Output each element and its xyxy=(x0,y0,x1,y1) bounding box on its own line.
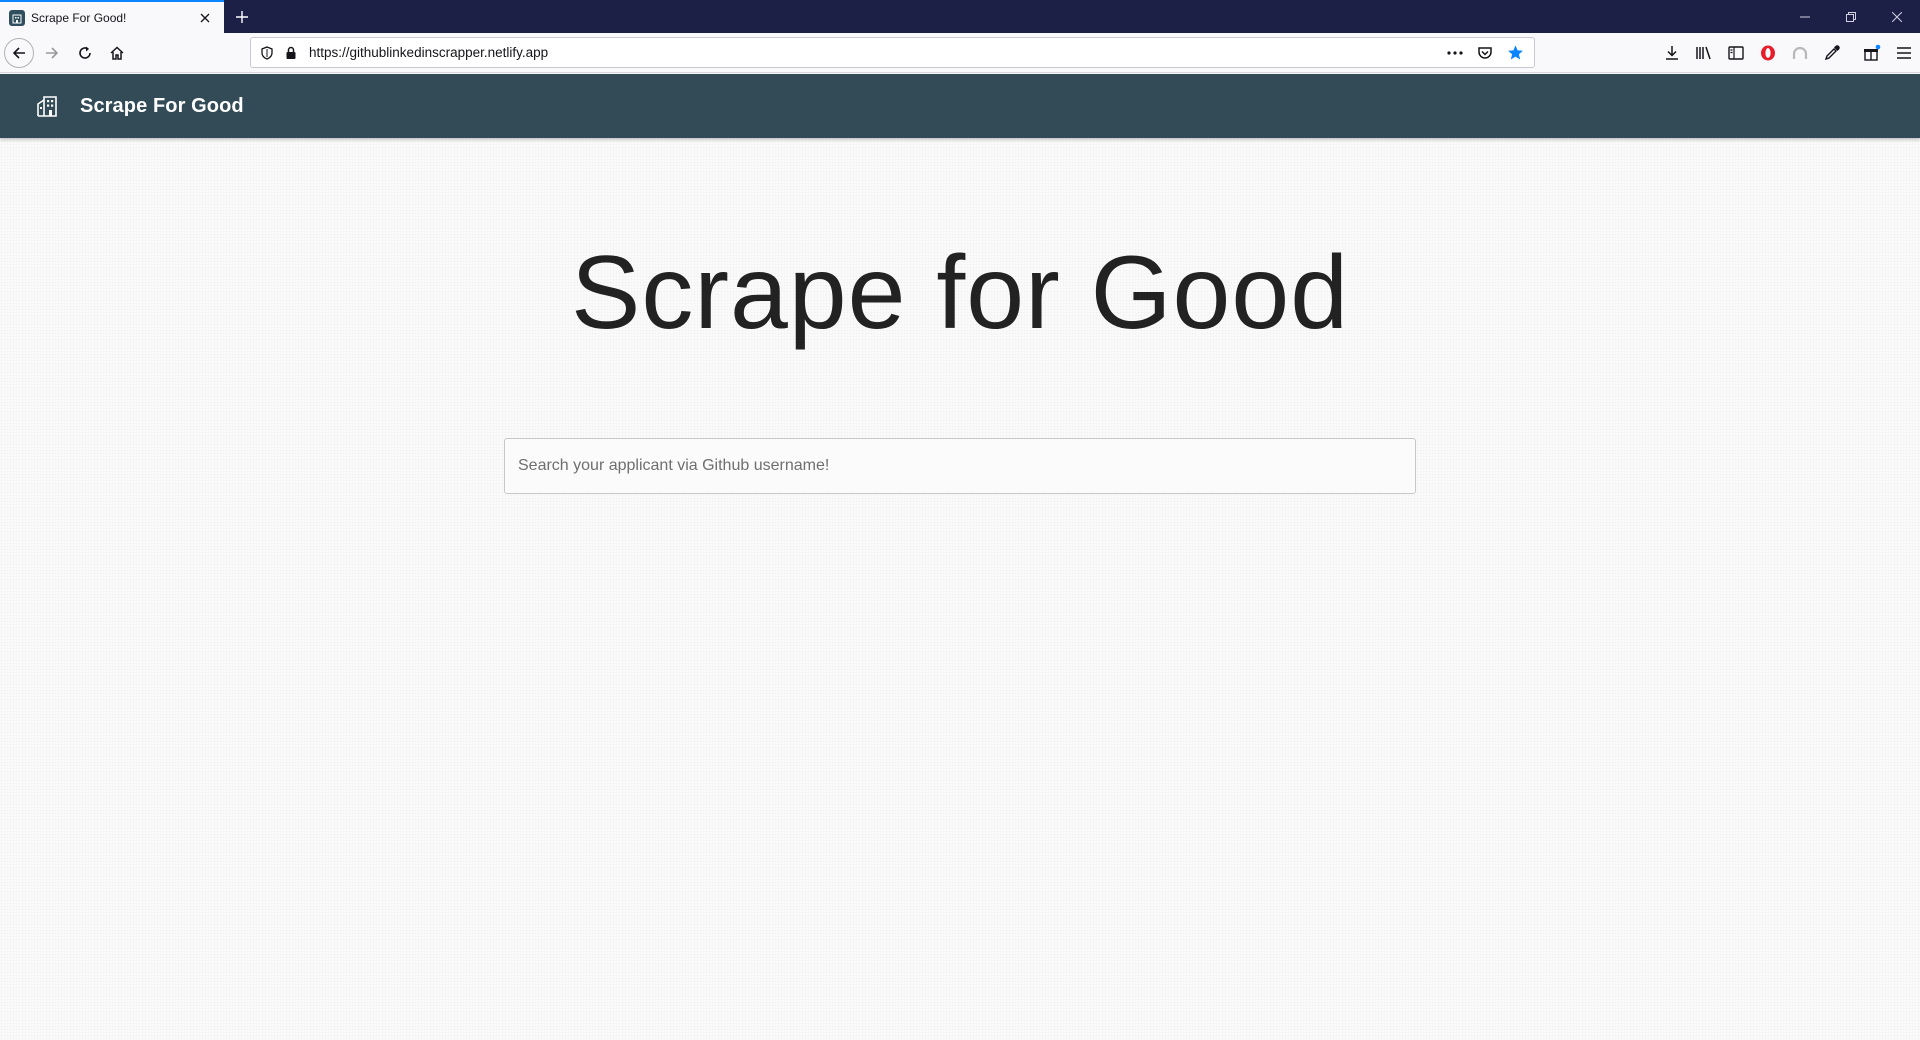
search-input[interactable] xyxy=(504,438,1416,494)
gift-icon[interactable] xyxy=(1856,38,1888,68)
url-bar[interactable]: https://githublinkedinscrapper.netlify.a… xyxy=(250,37,1535,68)
restore-button[interactable] xyxy=(1828,0,1874,33)
extension-icon[interactable] xyxy=(1784,38,1816,68)
lock-icon[interactable] xyxy=(279,39,303,67)
building-icon xyxy=(9,9,25,26)
menu-icon[interactable] xyxy=(1888,38,1920,68)
url-text[interactable]: https://githublinkedinscrapper.netlify.a… xyxy=(303,45,1442,60)
window-controls xyxy=(1782,0,1920,33)
pocket-icon[interactable] xyxy=(1472,39,1498,67)
sidebar-icon[interactable] xyxy=(1720,38,1752,68)
close-icon[interactable] xyxy=(196,9,214,27)
forward-button[interactable] xyxy=(37,38,67,68)
download-icon[interactable] xyxy=(1656,38,1688,68)
browser-tab-active[interactable]: Scrape For Good! xyxy=(0,0,224,33)
app-header: Scrape For Good xyxy=(0,74,1920,138)
tab-title: Scrape For Good! xyxy=(31,10,127,25)
reload-button[interactable] xyxy=(70,38,100,68)
toolbar-right xyxy=(1656,38,1920,68)
opera-icon[interactable] xyxy=(1752,38,1784,68)
browser-toolbar: https://githublinkedinscrapper.netlify.a… xyxy=(0,33,1920,73)
more-actions-icon[interactable] xyxy=(1442,39,1468,67)
library-icon[interactable] xyxy=(1688,38,1720,68)
search-container xyxy=(504,438,1416,494)
shield-icon[interactable] xyxy=(255,39,279,67)
page-title: Scrape for Good xyxy=(570,235,1350,351)
brand-name[interactable]: Scrape For Good xyxy=(80,95,244,118)
bookmark-star-icon[interactable] xyxy=(1502,39,1528,67)
browser-tab-strip: Scrape For Good! xyxy=(0,0,1920,33)
building-icon[interactable] xyxy=(36,94,60,118)
page-viewport: Scrape For Good Scrape for Good xyxy=(0,74,1920,1040)
new-tab-button[interactable] xyxy=(231,6,253,28)
eyedropper-icon[interactable] xyxy=(1816,38,1848,68)
minimize-button[interactable] xyxy=(1782,0,1828,33)
close-window-button[interactable] xyxy=(1874,0,1920,33)
back-button[interactable] xyxy=(4,38,34,68)
home-button[interactable] xyxy=(102,38,132,68)
